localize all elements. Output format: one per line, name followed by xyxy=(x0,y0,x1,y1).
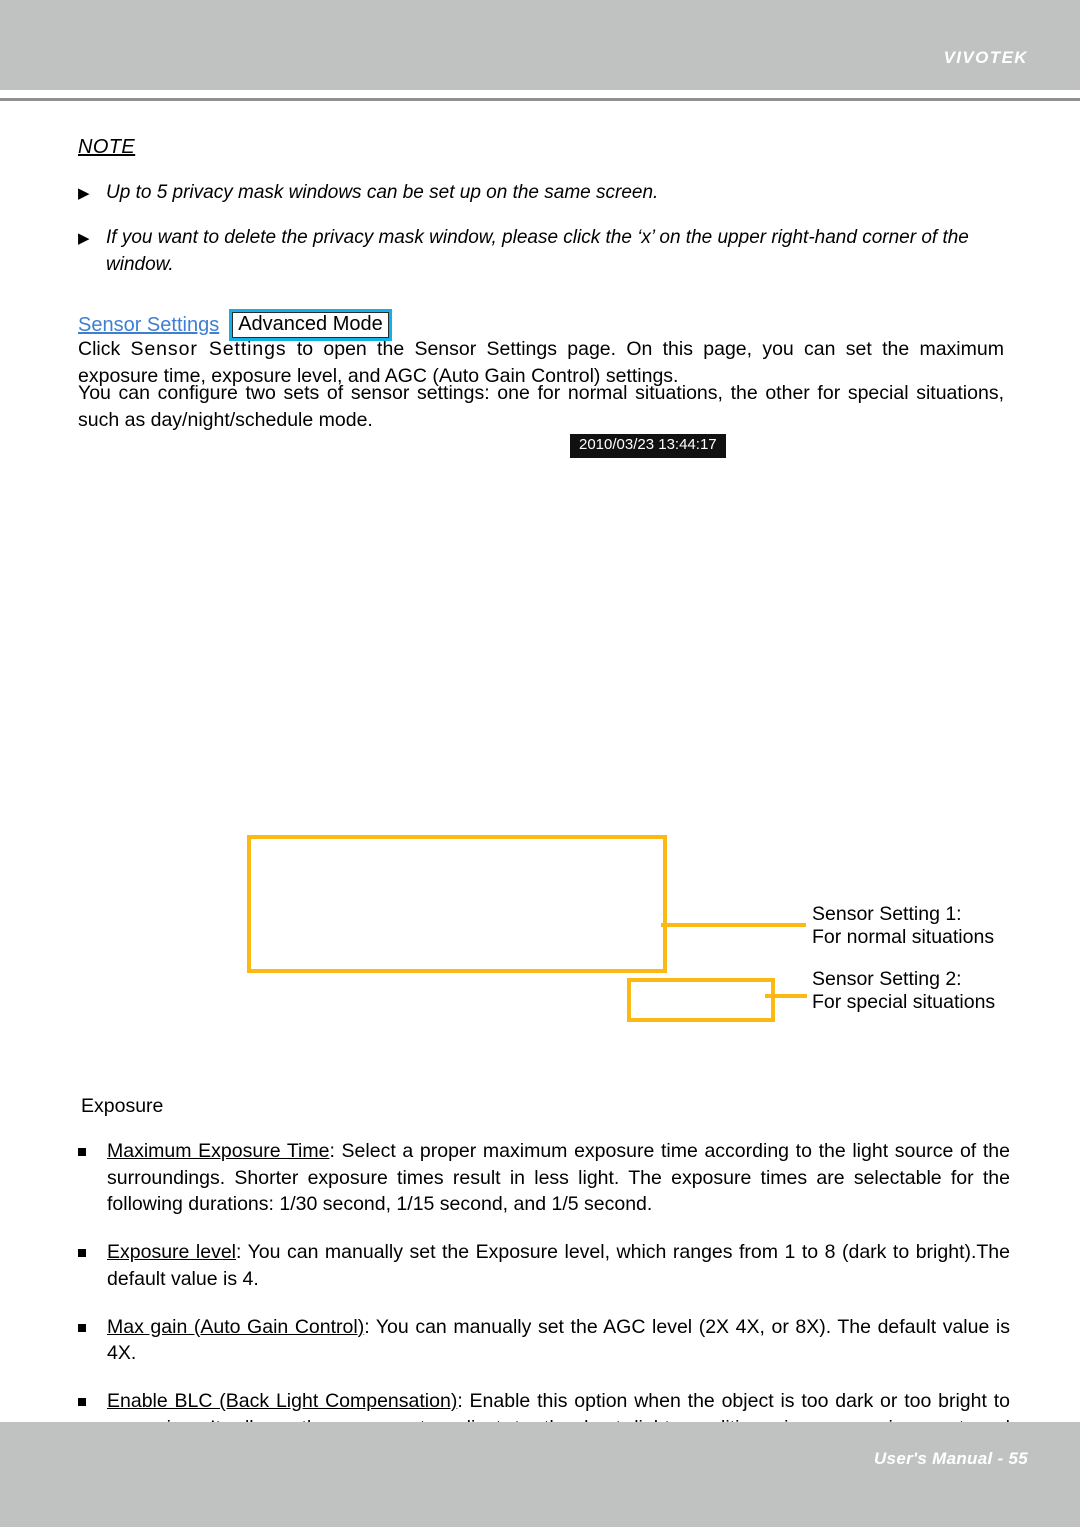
list-item: Exposure level: You can manually set the… xyxy=(78,1239,1010,1292)
note-heading: NOTE xyxy=(78,136,136,158)
square-bullet-icon xyxy=(78,1397,86,1406)
paragraph-emphasis: Sensor Settings xyxy=(130,338,287,360)
triangle-bullet-icon: ▶ xyxy=(78,229,90,247)
page-footer: User's Manual - 55 xyxy=(0,1422,1080,1527)
callout-leader-line-2 xyxy=(765,994,807,998)
callout-label-line-2: For special situations xyxy=(812,991,996,1013)
paragraph-prefix: Click xyxy=(78,338,131,360)
list-item-term: Exposure level xyxy=(107,1241,236,1264)
list-item-term: Enable BLC (Back Light Compensation) xyxy=(107,1389,458,1412)
note-item: ▶ If you want to delete the privacy mask… xyxy=(78,225,1008,279)
footer-page-label: User's Manual - 55 xyxy=(873,1449,1028,1468)
callout-box-sensor-setting-2 xyxy=(627,978,775,1022)
callout-label-sensor-setting-1: Sensor Setting 1: For normal situations xyxy=(812,903,994,949)
square-bullet-icon xyxy=(78,1148,86,1156)
note-item-text: If you want to delete the privacy mask w… xyxy=(106,226,969,275)
sensor-settings-link[interactable]: Sensor Settings xyxy=(78,314,219,337)
callout-label-line-1: Sensor Setting 1: xyxy=(812,903,962,925)
callout-label-sensor-setting-2: Sensor Setting 2: For special situations xyxy=(812,968,995,1014)
sensor-settings-paragraph-2: You can configure two sets of sensor set… xyxy=(78,382,1004,431)
list-item: Maximum Exposure Time: Select a proper m… xyxy=(78,1138,1010,1218)
list-item-term: Max gain (Auto Gain Control) xyxy=(107,1315,365,1338)
callout-leader-line-1 xyxy=(661,923,806,927)
exposure-section-title: Exposure xyxy=(81,1095,164,1117)
note-item: ▶ Up to 5 privacy mask windows can be se… xyxy=(78,180,1008,207)
video-timestamp-overlay: 2010/03/23 13:44:17 xyxy=(570,434,726,458)
triangle-bullet-icon: ▶ xyxy=(78,185,90,202)
callout-box-sensor-setting-1 xyxy=(247,835,667,973)
header-divider xyxy=(0,98,1080,101)
page-header: VIVOTEK xyxy=(0,0,1080,90)
list-item-term: Maximum Exposure Time xyxy=(107,1140,330,1162)
square-bullet-icon xyxy=(78,1323,86,1332)
note-item-text: Up to 5 privacy mask windows can be set … xyxy=(106,182,659,203)
square-bullet-icon xyxy=(78,1249,86,1258)
list-item: Max gain (Auto Gain Control): You can ma… xyxy=(78,1314,1010,1367)
list-item-text: : You can manually set the Exposure leve… xyxy=(107,1241,1010,1290)
note-list: ▶ Up to 5 privacy mask windows can be se… xyxy=(78,180,1008,297)
callout-label-line-2: For normal situations xyxy=(812,926,995,948)
brand-logo: VIVOTEK xyxy=(943,48,1028,67)
callout-label-line-1: Sensor Setting 2: xyxy=(812,968,962,990)
